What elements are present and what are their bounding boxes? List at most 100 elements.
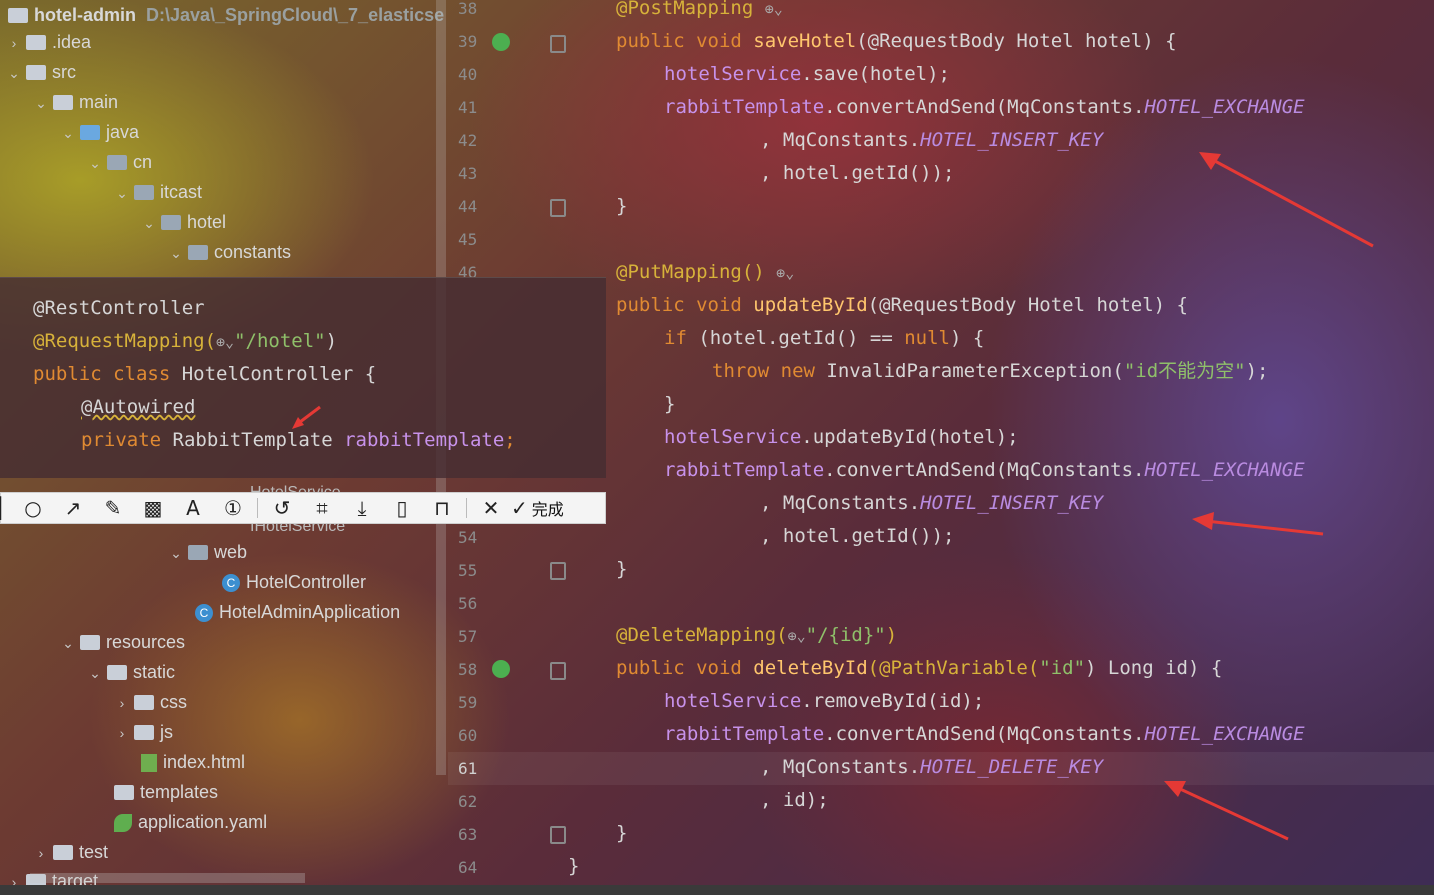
tree-label: js [160,722,173,742]
folder-icon [134,694,154,710]
tree-item-idea[interactable]: › .idea [6,27,91,57]
code-line[interactable]: @DeleteMapping(⊕⌄"/{id}") [616,619,897,652]
tree-item-templates[interactable]: templates [110,777,218,807]
line-number: 64 [458,858,478,877]
code-line[interactable]: if (hotel.getId() == null) { [664,322,984,355]
fold-marker-icon[interactable] [550,662,566,680]
tree-item-js[interactable]: › js [114,717,173,747]
code-line[interactable]: } [616,817,627,850]
chevron-down-icon[interactable]: ⌄ [60,118,76,148]
code-line[interactable]: , hotel.getId()); [760,157,954,190]
tree-item-hotelcontroller[interactable]: C HotelController [218,567,366,597]
chevron-down-icon[interactable]: ⌄ [168,238,184,268]
tree-item-main[interactable]: ⌄ main [33,87,118,117]
code-line[interactable]: rabbitTemplate.convertAndSend(MqConstant… [664,91,1305,124]
globe-icon[interactable]: ⊕⌄ [765,0,783,18]
ellipse-tool-icon[interactable]: ○ [13,493,53,523]
code-line[interactable]: public void updateById(@RequestBody Hote… [616,289,1188,322]
ocr-icon[interactable]: ⌗ [302,493,342,523]
chevron-down-icon[interactable]: ⌄ [87,658,103,688]
done-button[interactable]: ✓ 完成 [511,493,564,523]
chevron-down-icon[interactable]: ⌄ [141,208,157,238]
project-root[interactable]: hotel-admin D:\Java\_SpringCloud\_7_elast… [4,0,444,30]
tree-item-css[interactable]: › css [114,687,187,717]
chevron-right-icon[interactable]: › [6,28,22,58]
globe-icon[interactable]: ⊕⌄ [788,627,806,645]
red-annotation-arrow [1164,781,1289,841]
code-line[interactable]: @PutMapping() ⊕⌄ [616,256,794,289]
close-icon[interactable]: ✕ [471,493,511,523]
tree-item-itcast[interactable]: ⌄ itcast [114,177,202,207]
chevron-right-icon[interactable]: › [33,838,49,868]
tree-label: resources [106,632,186,652]
code-line[interactable]: } [616,190,627,223]
code-line[interactable]: throw new InvalidParameterException("id不… [712,355,1268,388]
tree-item-index-html[interactable]: index.html [137,747,245,777]
chevron-down-icon[interactable]: ⌄ [33,88,49,118]
code-line[interactable]: } [664,388,675,421]
code-line[interactable]: hotelService.removeById(id); [664,685,984,718]
package-icon [107,154,127,170]
tree-item-web[interactable]: ⌄ web [168,537,247,567]
code-line[interactable]: public void saveHotel(@RequestBody Hotel… [616,25,1177,58]
pin-icon[interactable]: ▯ [382,493,422,523]
tree-label: static [133,662,176,682]
code-line[interactable]: @PostMapping ⊕⌄ [616,0,783,25]
globe-icon[interactable]: ⊕⌄ [776,264,794,282]
resources-folder-icon [80,634,100,650]
chevron-right-icon[interactable]: › [6,867,22,886]
tree-item-test[interactable]: › test [33,837,108,867]
fold-marker-icon[interactable] [550,199,566,217]
code-line[interactable]: rabbitTemplate.convertAndSend(MqConstant… [664,718,1305,751]
code-line[interactable]: , MqConstants.HOTEL_INSERT_KEY [760,487,1103,520]
run-mapping-icon[interactable] [492,33,510,51]
chevron-down-icon[interactable]: ⌄ [6,58,22,88]
tree-item-resources[interactable]: ⌄ resources [60,627,185,657]
number-tool-icon[interactable]: ① [213,493,253,523]
code-line[interactable]: , id); [760,784,829,817]
chevron-right-icon[interactable]: › [114,688,130,718]
pen-tool-icon[interactable]: ✎ [93,493,133,523]
code-line[interactable]: rabbitTemplate.convertAndSend(MqConstant… [664,454,1305,487]
arrow-tool-icon[interactable]: ↗ [53,493,93,523]
tree-item-static[interactable]: ⌄ static [87,657,175,687]
code-line[interactable]: hotelService.updateById(hotel); [664,421,1019,454]
line-number: 54 [458,528,478,547]
done-label: 完成 [531,500,564,519]
code-line[interactable]: , MqConstants.HOTEL_INSERT_KEY [760,124,1103,157]
mosaic-tool-icon[interactable]: ▩ [133,493,173,523]
code-line[interactable]: } [568,850,579,883]
fold-marker-icon[interactable] [550,35,566,53]
rectangle-tool-icon[interactable]: ▏ [0,493,15,523]
tree-item-constants[interactable]: ⌄ constants [168,237,291,267]
chevron-right-icon[interactable]: › [114,718,130,748]
code-line[interactable]: , hotel.getId()); [760,520,954,553]
tree-item-java[interactable]: ⌄ java [60,117,139,147]
tree-item-hotel[interactable]: ⌄ hotel [141,207,226,237]
bookmark-icon[interactable]: ⊓ [422,493,462,523]
undo-icon[interactable]: ↺ [262,493,302,523]
chevron-down-icon[interactable]: ⌄ [168,538,184,568]
download-icon[interactable]: ⤓ [342,493,382,523]
code-line[interactable]: , MqConstants.HOTEL_DELETE_KEY [760,751,1103,784]
tree-item-application-yaml[interactable]: application.yaml [110,807,267,837]
pinned-code-snippet[interactable]: @RestController @RequestMapping(⊕⌄"/hote… [0,277,606,478]
text-tool-icon[interactable]: A [173,493,213,523]
code-line[interactable]: hotelService.save(hotel); [664,58,950,91]
tree-label: application.yaml [138,812,268,832]
code-line[interactable]: public void deleteById(@PathVariable("id… [616,652,1222,685]
fold-marker-icon[interactable] [550,562,566,580]
package-icon [188,544,208,560]
chevron-down-icon[interactable]: ⌄ [60,628,76,658]
tree-item-hoteladminapplication[interactable]: C HotelAdminApplication [191,597,400,627]
tree-item-src[interactable]: ⌄ src [6,57,76,87]
chevron-down-icon[interactable]: ⌄ [87,148,103,178]
run-mapping-icon[interactable] [492,660,510,678]
tree-label: java [106,122,140,142]
fold-marker-icon[interactable] [550,826,566,844]
code-line[interactable]: } [616,553,627,586]
tree-label: css [160,692,187,712]
chevron-down-icon[interactable]: ⌄ [114,178,130,208]
tree-horizontal-scrollbar[interactable] [30,873,305,883]
tree-item-cn[interactable]: ⌄ cn [87,147,152,177]
